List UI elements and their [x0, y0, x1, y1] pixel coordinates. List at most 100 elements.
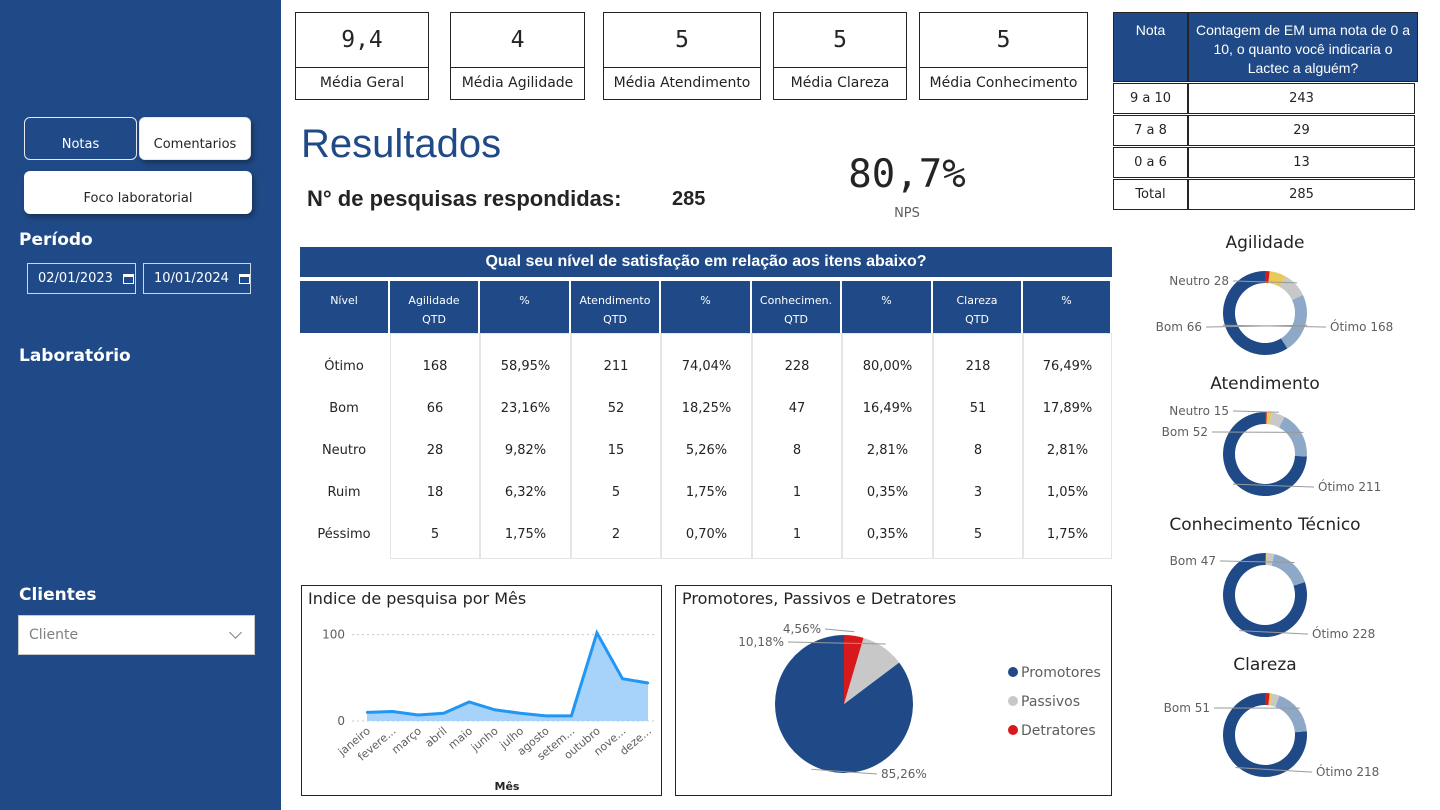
- responses-label: N° de pesquisas respondidas:: [307, 186, 622, 211]
- table-cell: 1: [792, 527, 802, 542]
- table-cell: 1,75%: [504, 527, 547, 542]
- nps-label: NPS: [894, 206, 920, 221]
- kpi-media-conhecimento: 5 Média Conhecimento: [919, 12, 1088, 100]
- nav-foco-label: Foco laboratorial: [83, 191, 193, 206]
- nav-foco-button[interactable]: Foco laboratorial: [24, 171, 252, 214]
- table-cell: 0 a 6: [1113, 147, 1188, 178]
- y-tick-label: 100: [322, 628, 345, 642]
- satisfaction-column: 211 52 15 5 2: [571, 333, 661, 559]
- table-cell: 28: [426, 443, 444, 458]
- satisfaction-column: 76,49% 17,89% 2,81% 1,05% 1,75%: [1023, 333, 1112, 559]
- data-point[interactable]: [442, 712, 445, 715]
- donut-slice[interactable]: [1275, 695, 1307, 733]
- data-point[interactable]: [646, 681, 650, 685]
- satisfaction-col-header[interactable]: Clareza QTD: [933, 281, 1023, 333]
- donut-data-label: Ótimo 168: [1330, 319, 1393, 334]
- date-end-input[interactable]: 10/01/2024: [143, 263, 251, 294]
- laboratorio-label: Laboratório: [19, 346, 131, 366]
- date-start-input[interactable]: 02/01/2023: [27, 263, 136, 294]
- table-cell: 15: [607, 443, 625, 458]
- satisfaction-col-header[interactable]: Conhecimen. QTD: [752, 281, 842, 333]
- satisfaction-column: 218 51 8 3 5: [933, 333, 1023, 559]
- satisfaction-column: 168 66 28 18 5: [390, 333, 480, 559]
- data-point[interactable]: [493, 708, 496, 711]
- data-point[interactable]: [595, 631, 599, 635]
- kpi-media-geral: 9,4 Média Geral: [295, 12, 429, 100]
- table-cell: 80,00%: [862, 359, 913, 374]
- donut-data-label: Ótimo 211: [1318, 479, 1381, 494]
- donut-slice[interactable]: [1271, 554, 1305, 586]
- donut-data-label: Ótimo 218: [1316, 764, 1379, 779]
- data-point[interactable]: [621, 677, 624, 680]
- kpi-value: 5: [920, 13, 1087, 68]
- data-point[interactable]: [519, 712, 522, 715]
- table-cell: 18: [426, 485, 444, 500]
- date-end-value: 10/01/2024: [154, 271, 229, 286]
- table-cell: 6,32%: [504, 485, 547, 500]
- legend-label[interactable]: Promotores: [1021, 665, 1101, 681]
- satisfaction-col-header[interactable]: Atendimento QTD: [571, 281, 661, 333]
- data-point[interactable]: [391, 710, 394, 713]
- donut-data-label: Bom 47: [1170, 554, 1216, 568]
- satisfaction-col-header[interactable]: Agilidade QTD: [390, 281, 480, 333]
- monthly-chart-panel: Indice de pesquisa por Mês 0 100 janeiro fe…: [301, 585, 662, 796]
- legend-marker: [1008, 725, 1018, 735]
- table-row: Total 285: [1113, 179, 1418, 210]
- data-point[interactable]: [570, 714, 573, 718]
- table-cell: 211: [603, 359, 629, 374]
- cliente-placeholder: Cliente: [29, 627, 79, 643]
- sidebar: Notas Comentarios Foco laboratorial Perí…: [0, 0, 281, 810]
- data-point[interactable]: [467, 700, 471, 704]
- satisfaction-col-header[interactable]: %: [1023, 281, 1112, 333]
- calendar-icon[interactable]: [122, 273, 134, 284]
- donut-charts-svg: Ótimo 168 Bom 66 Neutro 28 Ótimo 211 Bom 52 N…: [1156, 271, 1393, 779]
- chevron-down-icon[interactable]: [229, 626, 242, 639]
- table-cell: 2: [611, 527, 621, 542]
- satisfaction-column: 80,00% 16,49% 2,81% 0,35% 0,35%: [842, 333, 933, 559]
- satisfaction-column: 74,04% 18,25% 5,26% 1,75% 0,70%: [661, 333, 752, 559]
- donut-slice[interactable]: [1280, 294, 1307, 349]
- kpi-value: 5: [774, 13, 906, 68]
- x-axis-title: Mês: [495, 780, 520, 793]
- table-cell: 16,49%: [862, 401, 913, 416]
- table-cell: 76,49%: [1042, 359, 1093, 374]
- donut-slice[interactable]: [1278, 416, 1307, 457]
- data-point[interactable]: [544, 714, 548, 718]
- periodo-label: Período: [19, 230, 93, 250]
- satisfaction-col-header[interactable]: %: [661, 281, 752, 333]
- nps-table-header-count: Contagem de EM uma nota de 0 a 10, o qua…: [1188, 12, 1418, 82]
- satisfaction-column: Ótimo Bom Neutro Ruim Péssimo: [300, 333, 390, 559]
- kpi-value: 9,4: [296, 13, 428, 68]
- table-cell: 13: [1188, 147, 1415, 178]
- table-cell: 8: [973, 443, 983, 458]
- nps-pie-svg: 85,26% 10,18%4,56% Promotores Passivos Detra…: [738, 622, 1101, 781]
- table-cell: 3: [973, 485, 983, 500]
- nav-comentarios-button[interactable]: Comentarios: [139, 117, 251, 160]
- table-cell: 1,75%: [1046, 527, 1089, 542]
- kpi-label: Média Geral: [319, 75, 405, 91]
- calendar-icon[interactable]: [238, 273, 250, 284]
- satisfaction-table-title: Qual seu nível de satisfação em relação …: [300, 247, 1112, 277]
- nav-notas-button[interactable]: Notas: [24, 117, 137, 160]
- table-cell: 0,70%: [685, 527, 728, 542]
- satisfaction-col-header[interactable]: %: [480, 281, 571, 333]
- nps-count-table: Nota Contagem de EM uma nota de 0 a 10, …: [1113, 12, 1418, 210]
- kpi-value: 4: [451, 13, 584, 68]
- data-point[interactable]: [365, 711, 369, 714]
- satisfaction-table-body: Ótimo Bom Neutro Ruim Péssimo 168 66 28 18 5 58,95…: [300, 333, 1112, 559]
- table-cell: Ótimo: [324, 359, 364, 374]
- data-point[interactable]: [416, 713, 420, 717]
- legend-label[interactable]: Passivos: [1021, 694, 1080, 710]
- nps-pie-panel: Promotores, Passivos e Detratores 85,26%…: [675, 585, 1112, 796]
- table-cell: 58,95%: [500, 359, 551, 374]
- legend-label[interactable]: Detratores: [1021, 723, 1096, 739]
- date-start-value: 02/01/2023: [38, 271, 113, 286]
- satisfaction-col-header[interactable]: %: [842, 281, 933, 333]
- y-tick-label: 0: [337, 714, 345, 728]
- satisfaction-col-header[interactable]: Nível: [300, 281, 390, 333]
- table-cell: 29: [1188, 115, 1415, 146]
- nps-table-rows: 9 a 10 243 7 a 8 29 0 a 6 13 Total 285: [1113, 83, 1418, 210]
- cliente-dropdown[interactable]: Cliente: [18, 615, 255, 655]
- nps-table-header: Nota Contagem de EM uma nota de 0 a 10, …: [1113, 12, 1418, 82]
- legend-marker: [1008, 696, 1018, 706]
